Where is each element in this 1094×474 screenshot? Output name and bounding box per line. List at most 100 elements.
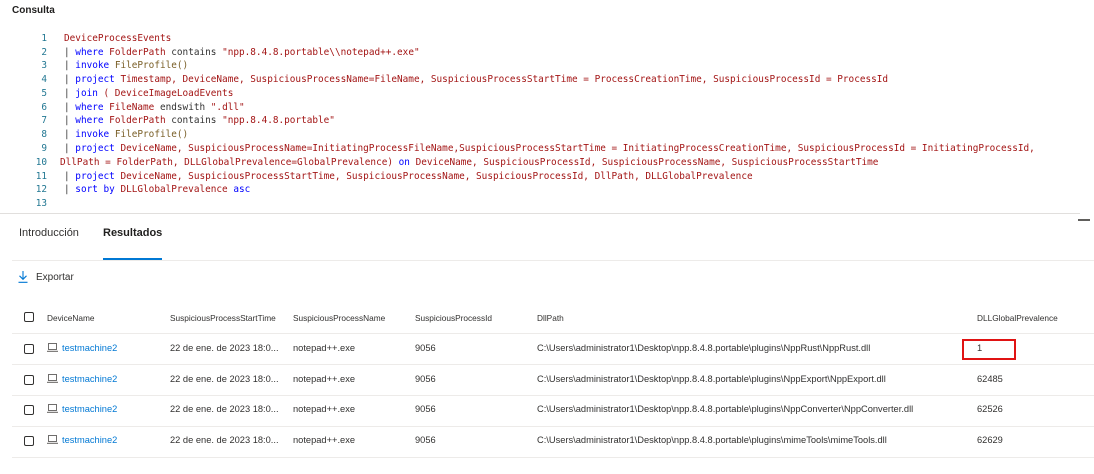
code-token: DllPath = FolderPath, DLLGlobalPrevalenc… [60, 157, 399, 168]
column-header-processname[interactable]: SuspiciousProcessName [293, 313, 385, 323]
code-text: | where FileName endswith ".dll" [64, 101, 245, 115]
code-text: | project Timestamp, DeviceName, Suspici… [64, 73, 888, 87]
code-token: Timestamp, DeviceName, SuspiciousProcess… [114, 74, 889, 85]
collapse-handle[interactable] [1078, 219, 1090, 221]
dll-path-cell: C:\Users\administrator1\Desktop\npp.8.4.… [537, 404, 914, 414]
export-button[interactable]: Exportar [18, 271, 74, 283]
code-token: asc [233, 184, 251, 195]
code-token: join [75, 88, 98, 99]
row-checkbox[interactable] [24, 344, 34, 354]
code-token: FolderPath [103, 115, 172, 126]
code-token: | [64, 102, 76, 113]
device-link[interactable]: testmachine2 [47, 343, 117, 353]
column-header-devicename[interactable]: DeviceName [47, 313, 95, 323]
line-number: 5 [41, 88, 47, 99]
code-token: FileProfile() [109, 60, 189, 71]
code-token: project [75, 143, 115, 154]
process-name-cell: notepad++.exe [293, 374, 356, 384]
code-token: invoke [75, 60, 110, 71]
laptop-icon [47, 404, 58, 413]
row-checkbox[interactable] [24, 405, 34, 415]
line-number: 10 [35, 157, 47, 168]
line-number: 7 [41, 115, 47, 126]
code-token: | [64, 171, 76, 182]
code-token: | [64, 47, 76, 58]
line-number: 12 [35, 184, 47, 195]
row-divider [12, 395, 1094, 396]
laptop-icon [47, 435, 58, 444]
device-name: testmachine2 [62, 343, 118, 353]
code-token: ".dll" [205, 102, 245, 113]
code-token: FileName [103, 102, 160, 113]
column-header-dllpath[interactable]: DllPath [537, 313, 564, 323]
device-link[interactable]: testmachine2 [47, 435, 117, 445]
header-divider [12, 333, 1094, 334]
dll-path-cell: C:\Users\administrator1\Desktop\npp.8.4.… [537, 374, 886, 384]
line-number: 11 [35, 171, 47, 182]
code-token: DLLGlobalPrevalence [114, 184, 234, 195]
code-token: contains [171, 115, 217, 126]
tab-introduccion[interactable]: Introducción [19, 227, 79, 239]
code-text: | invoke FileProfile() [64, 59, 188, 73]
process-id-cell: 9056 [415, 374, 436, 384]
code-text: | join ( DeviceImageLoadEvents [64, 87, 233, 101]
tabs-divider [12, 260, 1094, 261]
row-checkbox[interactable] [24, 436, 34, 446]
process-name-cell: notepad++.exe [293, 435, 356, 445]
line-number: 2 [41, 47, 47, 58]
process-name-cell: notepad++.exe [293, 343, 356, 353]
process-name-cell: notepad++.exe [293, 404, 356, 414]
code-token: DeviceName, SuspiciousProcessId, Suspici… [409, 157, 879, 168]
prevalence-cell: 62526 [977, 404, 1003, 414]
page-title: Consulta [12, 5, 55, 16]
code-text: | sort by DLLGlobalPrevalence asc [64, 183, 250, 197]
code-token: invoke [75, 129, 110, 140]
process-id-cell: 9056 [415, 404, 436, 414]
code-token: | [64, 60, 76, 71]
device-name: testmachine2 [62, 404, 118, 414]
code-token: DeviceName, SuspiciousProcessStartTime, … [114, 171, 753, 182]
code-text: | invoke FileProfile() [64, 128, 188, 142]
code-token: ( DeviceImageLoadEvents [97, 88, 234, 99]
device-name: testmachine2 [62, 374, 118, 384]
code-token: on [398, 157, 410, 168]
code-text: DllPath = FolderPath, DLLGlobalPrevalenc… [60, 156, 878, 170]
line-number: 1 [41, 33, 47, 44]
select-all-checkbox[interactable] [24, 312, 34, 322]
prevalence-cell: 62485 [977, 374, 1003, 384]
code-text: | where FolderPath contains "npp.8.4.8.p… [64, 114, 335, 128]
device-link[interactable]: testmachine2 [47, 374, 117, 384]
dll-path-cell: C:\Users\administrator1\Desktop\npp.8.4.… [537, 343, 871, 353]
column-header-dllglobalprevalence[interactable]: DLLGlobalPrevalence [977, 313, 1058, 323]
column-header-processid[interactable]: SuspiciousProcessId [415, 313, 492, 323]
prevalence-cell: 62629 [977, 435, 1003, 445]
row-divider [12, 457, 1094, 458]
export-label: Exportar [36, 271, 74, 283]
code-token: | [64, 184, 76, 195]
row-divider [12, 364, 1094, 365]
query-editor[interactable]: 1 DeviceProcessEvents 2 | where FolderPath … [0, 32, 1094, 212]
download-icon [18, 271, 28, 283]
line-number: 9 [41, 143, 47, 154]
line-number: 3 [41, 60, 47, 71]
code-token: | [64, 74, 76, 85]
editor-divider [0, 213, 1080, 214]
code-token: FolderPath [103, 47, 172, 58]
tab-resultados[interactable]: Resultados [103, 227, 162, 239]
line-number: 4 [41, 74, 47, 85]
row-checkbox[interactable] [24, 375, 34, 385]
process-id-cell: 9056 [415, 343, 436, 353]
column-header-starttime[interactable]: SuspiciousProcessStartTime [170, 313, 276, 323]
code-text: | project DeviceName, SuspiciousProcessN… [64, 142, 1035, 156]
code-token: where [75, 102, 104, 113]
start-time-cell: 22 de ene. de 2023 18:0... [170, 343, 279, 353]
code-token: project [75, 74, 115, 85]
device-link[interactable]: testmachine2 [47, 404, 117, 414]
code-token: | [64, 88, 76, 99]
laptop-icon [47, 343, 58, 352]
line-number: 6 [41, 102, 47, 113]
dll-path-cell: C:\Users\administrator1\Desktop\npp.8.4.… [537, 435, 887, 445]
code-token: contains [171, 47, 217, 58]
code-token: where [75, 47, 104, 58]
start-time-cell: 22 de ene. de 2023 18:0... [170, 374, 279, 384]
